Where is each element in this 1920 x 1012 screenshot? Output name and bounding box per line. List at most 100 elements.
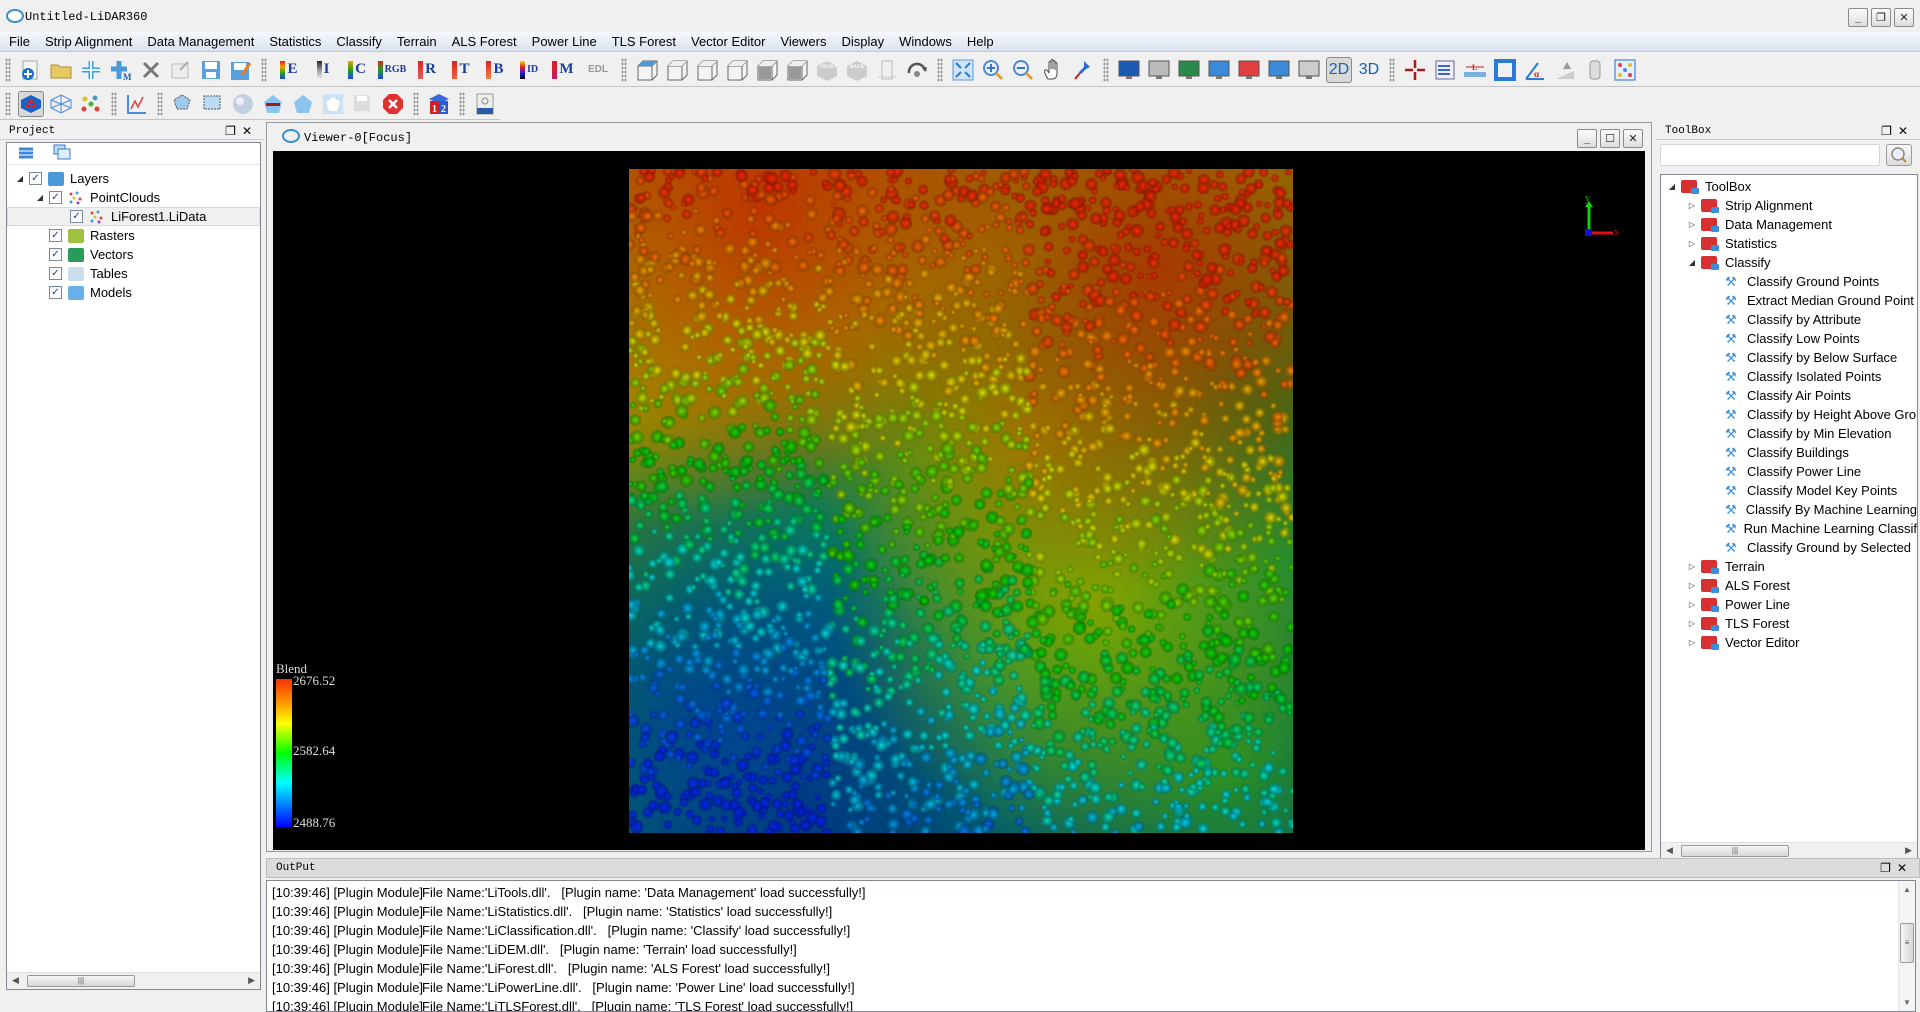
display-edl-button[interactable]: EDL bbox=[582, 57, 614, 83]
layer-liforest1-lidata[interactable]: ✓ LiForest1.LiData bbox=[7, 207, 260, 226]
back-view-solid-icon[interactable] bbox=[784, 57, 810, 83]
toolbox-tool-item[interactable]: ⚒ Classify Isolated Points bbox=[1667, 367, 1917, 386]
toolbar-grip[interactable] bbox=[459, 91, 465, 116]
layer-vectors[interactable]: ✓ Vectors bbox=[7, 245, 260, 264]
polygon-out-icon[interactable] bbox=[320, 91, 346, 117]
scroll-right-icon[interactable]: ▶ bbox=[248, 975, 255, 986]
expand-arrow-icon[interactable]: ▷ bbox=[1687, 562, 1697, 571]
scrollbar-thumb[interactable]: ||| bbox=[27, 975, 135, 987]
close-button[interactable]: ✕ bbox=[1894, 8, 1914, 27]
expand-arrow-icon[interactable]: ▷ bbox=[1687, 638, 1697, 647]
toolbar-grip[interactable] bbox=[111, 91, 117, 116]
chart-icon[interactable] bbox=[124, 91, 150, 117]
toolbox-tool-item[interactable]: ⚒ Classify by Attribute bbox=[1667, 310, 1917, 329]
display-rgb-button[interactable]: RGB bbox=[376, 57, 408, 83]
menu-viewers[interactable]: Viewers bbox=[780, 34, 826, 49]
measure-distance-icon[interactable]: L bbox=[1462, 57, 1488, 83]
toolbar-grip[interactable] bbox=[413, 91, 419, 116]
float-icon[interactable]: ❐ bbox=[1881, 124, 1898, 138]
collapse-arrow-icon[interactable]: ◢ bbox=[15, 174, 25, 183]
display-intensity-button[interactable]: I bbox=[308, 57, 338, 83]
display-classification-button[interactable]: C bbox=[342, 57, 372, 83]
close-panel-icon[interactable]: ✕ bbox=[1898, 124, 1914, 138]
profile-settings-icon[interactable] bbox=[1236, 57, 1262, 83]
3d-button[interactable]: 3D bbox=[1356, 57, 1382, 83]
layer-checkbox[interactable]: ✓ bbox=[49, 286, 62, 299]
close-panel-icon[interactable]: ✕ bbox=[242, 124, 258, 138]
toolbox-horizontal-scrollbar[interactable]: ◀ ||| ▶ bbox=[1661, 842, 1917, 859]
remove-data-icon[interactable] bbox=[138, 57, 164, 83]
scroll-down-icon[interactable]: ▼ bbox=[1903, 998, 1911, 1007]
close-panel-icon[interactable]: ✕ bbox=[1897, 861, 1913, 875]
toolbox-tool-item[interactable]: ⚒ Classify Buildings bbox=[1667, 443, 1917, 462]
toolbox-root[interactable]: ◢ ToolBox bbox=[1667, 177, 1917, 196]
collapse-arrow-icon[interactable]: ◢ bbox=[1687, 258, 1697, 267]
render-wireframe-icon[interactable] bbox=[48, 91, 74, 117]
menu-terrain[interactable]: Terrain bbox=[397, 34, 437, 49]
menu-display[interactable]: Display bbox=[841, 34, 884, 49]
toolbox-tool-item[interactable]: ⚒ Classify Low Points bbox=[1667, 329, 1917, 348]
toolbox-tool-item[interactable]: ⚒ Classify by Min Elevation bbox=[1667, 424, 1917, 443]
split-screen-icon[interactable] bbox=[1116, 57, 1142, 83]
toolbar-grip[interactable] bbox=[157, 91, 163, 116]
measure-area-icon[interactable] bbox=[1492, 57, 1518, 83]
scrollbar-thumb[interactable]: ≡ bbox=[1900, 923, 1914, 963]
scroll-left-icon[interactable]: ◀ bbox=[12, 975, 19, 986]
display-gps-time-button[interactable]: T bbox=[446, 57, 476, 83]
layers-tool-icon[interactable] bbox=[17, 145, 35, 162]
render-solid-icon[interactable] bbox=[18, 90, 44, 117]
layer-checkbox[interactable]: ✓ bbox=[49, 229, 62, 242]
collapse-arrow-icon[interactable]: ◢ bbox=[1667, 182, 1677, 191]
expand-arrow-icon[interactable]: ▷ bbox=[1687, 239, 1697, 248]
output-vertical-scrollbar[interactable]: ▲ ≡ ▼ bbox=[1898, 881, 1915, 1011]
toolbox-tool-item[interactable]: ⚒ Extract Median Ground Point bbox=[1667, 291, 1917, 310]
toolbox-group-data-management[interactable]: ▷ Data Management bbox=[1667, 215, 1917, 234]
sync-view-icon[interactable] bbox=[1176, 57, 1202, 83]
toolbox-tool-item[interactable]: ⚒ Classify Power Line bbox=[1667, 462, 1917, 481]
front-icon[interactable]: FRONT bbox=[814, 57, 840, 83]
toolbar-grip[interactable] bbox=[1103, 57, 1109, 82]
menu-help[interactable]: Help bbox=[967, 34, 994, 49]
toolbar-grip[interactable] bbox=[5, 91, 11, 116]
menu-classify[interactable]: Classify bbox=[336, 34, 382, 49]
right-view-icon[interactable] bbox=[724, 57, 750, 83]
toolbox-group-als-forest[interactable]: ▷ ALS Forest bbox=[1667, 576, 1917, 595]
select-sphere-icon[interactable] bbox=[230, 91, 256, 117]
toolbar-grip[interactable] bbox=[261, 57, 267, 82]
restore-button[interactable]: ❐ bbox=[1871, 8, 1891, 27]
layer-checkbox[interactable]: ✓ bbox=[49, 267, 62, 280]
number-label-icon[interactable]: 12 bbox=[426, 91, 452, 117]
rotate-icon[interactable] bbox=[904, 57, 930, 83]
layer-checkbox[interactable]: ✓ bbox=[29, 172, 42, 185]
batch-icon[interactable] bbox=[472, 91, 498, 117]
layer-checkbox[interactable]: ✓ bbox=[49, 191, 62, 204]
display-return-button[interactable]: R bbox=[412, 57, 442, 83]
scroll-left-icon[interactable]: ◀ bbox=[1666, 845, 1673, 856]
scroll-up-icon[interactable]: ▲ bbox=[1903, 885, 1911, 894]
toolbox-search-button[interactable] bbox=[1886, 144, 1912, 166]
left-view-icon[interactable] bbox=[694, 57, 720, 83]
toolbox-tool-item[interactable]: ⚒ Classify Air Points bbox=[1667, 386, 1917, 405]
toolbox-tool-item[interactable]: ⚒ Run Machine Learning Classif bbox=[1667, 519, 1917, 538]
viewer-maximize-button[interactable]: ☐ bbox=[1600, 129, 1620, 148]
link-views-icon[interactable] bbox=[1146, 57, 1172, 83]
scrollbar-thumb[interactable]: ||| bbox=[1681, 845, 1789, 857]
bottom-view-icon[interactable] bbox=[664, 57, 690, 83]
pan-hand-icon[interactable] bbox=[1040, 57, 1066, 83]
project-horizontal-scrollbar[interactable]: ◀ ||| ▶ bbox=[7, 972, 260, 989]
back-icon[interactable]: BACK bbox=[844, 57, 870, 83]
expand-arrow-icon[interactable]: ▷ bbox=[1687, 201, 1697, 210]
toolbox-group-terrain[interactable]: ▷ Terrain bbox=[1667, 557, 1917, 576]
menu-file[interactable]: File bbox=[9, 34, 30, 49]
menu-windows[interactable]: Windows bbox=[899, 34, 952, 49]
point-cloud-render[interactable] bbox=[629, 169, 1293, 833]
toolbox-tool-item[interactable]: ⚒ Classify Ground Points bbox=[1667, 272, 1917, 291]
float-icon[interactable]: ❐ bbox=[225, 124, 242, 138]
pick-point-icon[interactable] bbox=[1070, 57, 1096, 83]
layer-rasters[interactable]: ✓ Rasters bbox=[7, 226, 260, 245]
toolbar-grip[interactable] bbox=[937, 57, 943, 82]
minimize-button[interactable]: _ bbox=[1848, 8, 1868, 27]
toolbox-tool-item[interactable]: ⚒ Classify Model Key Points bbox=[1667, 481, 1917, 500]
toolbox-tool-item[interactable]: ⚒ Classify by Below Surface bbox=[1667, 348, 1917, 367]
toolbox-tool-item[interactable]: ⚒ Classify Ground by Selected bbox=[1667, 538, 1917, 557]
